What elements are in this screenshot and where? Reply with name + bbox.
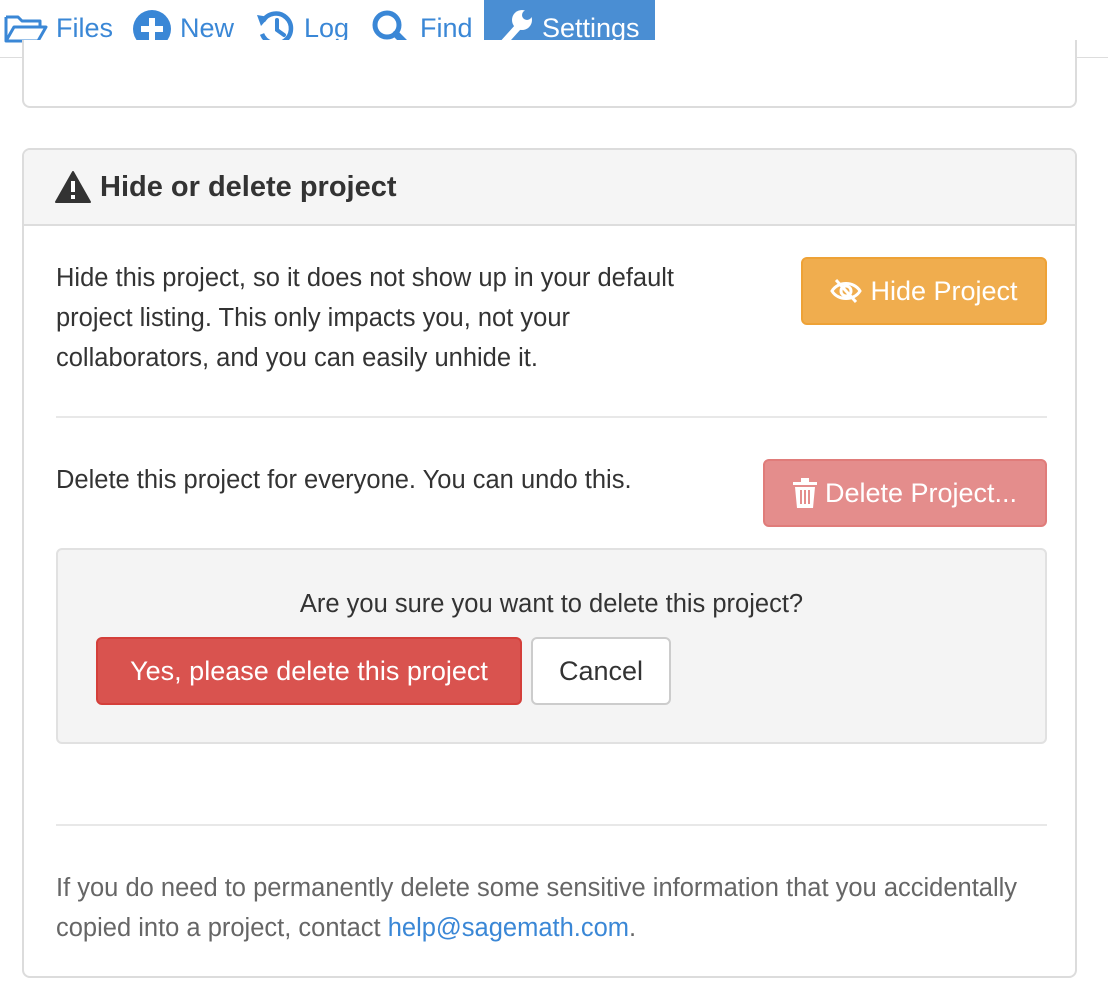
previous-panel <box>22 40 1077 108</box>
warning-icon <box>54 170 92 204</box>
panel-title: Hide or delete project <box>100 170 397 203</box>
eye-slash-icon <box>830 278 863 304</box>
delete-project-label: Delete Project... <box>824 477 1018 508</box>
divider <box>56 416 1047 418</box>
trash-icon <box>792 478 817 508</box>
confirm-question: Are you sure you want to delete this pro… <box>299 590 804 618</box>
footer-note: If you do need to permanently delete som… <box>56 868 1036 948</box>
panel-heading: Hide or delete project <box>24 150 1075 226</box>
hide-project-button[interactable]: Hide Project <box>801 257 1047 325</box>
help-email-link[interactable]: help@sagemath.com <box>388 914 629 942</box>
hide-delete-panel: Hide or delete project Hide this project… <box>22 148 1077 978</box>
cancel-button[interactable]: Cancel <box>531 637 671 705</box>
delete-confirm-box: Are you sure you want to delete this pro… <box>56 548 1047 744</box>
hide-description: Hide this project, so it does not show u… <box>56 264 675 372</box>
delete-description: Delete this project for everyone. You ca… <box>56 466 632 494</box>
hide-project-label: Hide Project <box>870 275 1018 306</box>
confirm-delete-button[interactable]: Yes, please delete this project <box>96 637 522 705</box>
delete-project-button[interactable]: Delete Project... <box>763 459 1047 527</box>
divider <box>56 824 1047 826</box>
footer-text-end: . <box>629 914 637 942</box>
